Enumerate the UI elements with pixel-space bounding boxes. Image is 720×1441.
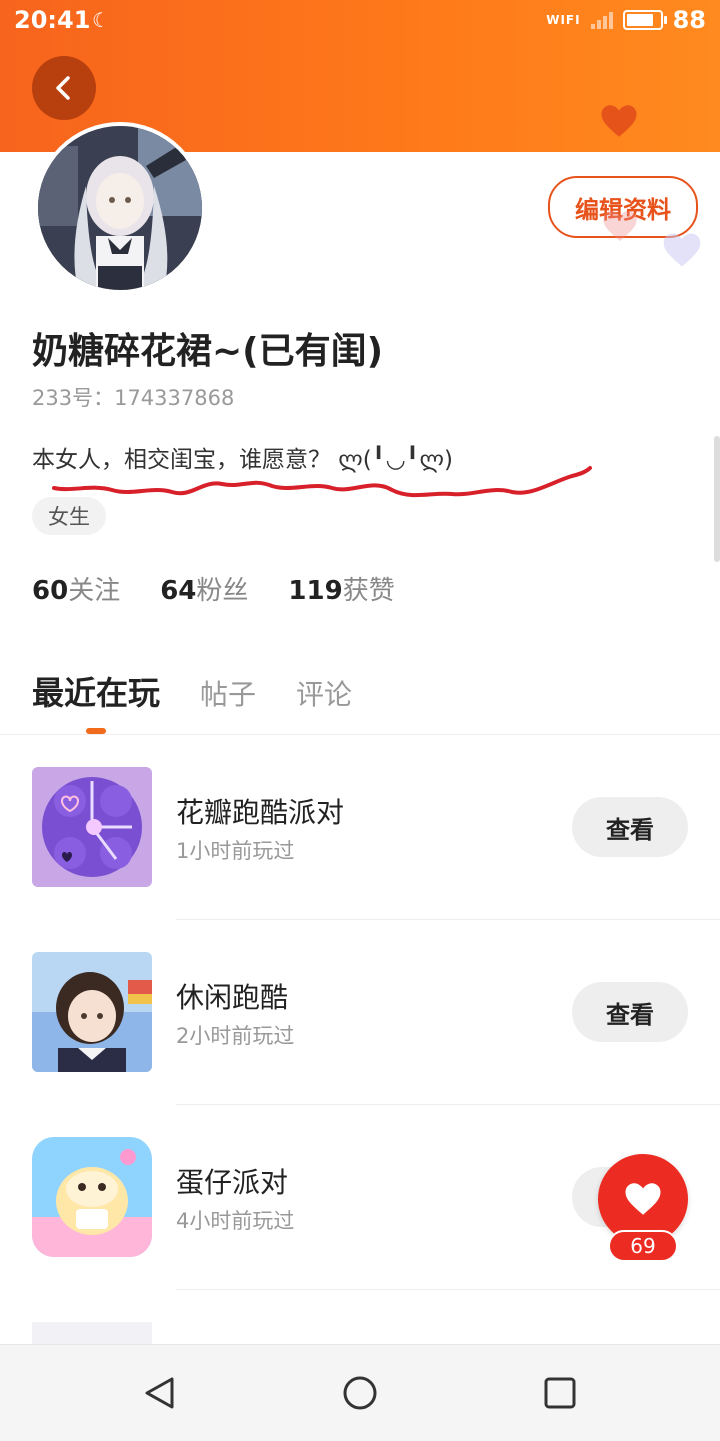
like-count-badge: 69 bbox=[608, 1230, 678, 1262]
status-bar: 20:41 ☾ WIFI 88 bbox=[0, 0, 720, 40]
system-navigation-bar bbox=[0, 1344, 720, 1441]
tab-posts[interactable]: 帖子 bbox=[200, 673, 256, 713]
status-indicators: WIFI 88 bbox=[546, 6, 706, 34]
back-button[interactable] bbox=[32, 56, 96, 120]
profile-tabs: 最近在玩 帖子 评论 bbox=[32, 668, 352, 714]
game-thumbnail bbox=[32, 1137, 152, 1257]
profile-stats: 60关注 64粉丝 119获赞 bbox=[32, 570, 395, 607]
heart-icon bbox=[601, 105, 637, 137]
heart-icon bbox=[625, 1183, 661, 1215]
game-name: 休闲跑酷 bbox=[176, 981, 289, 1014]
view-button[interactable]: 查看 bbox=[572, 797, 688, 857]
tab-recent-games[interactable]: 最近在玩 bbox=[32, 668, 160, 714]
game-name: 花瓣跑酷派对 bbox=[176, 796, 345, 829]
tab-comments[interactable]: 评论 bbox=[296, 673, 352, 713]
avatar[interactable] bbox=[34, 122, 206, 294]
scrollbar[interactable] bbox=[714, 436, 720, 562]
nav-home-icon[interactable] bbox=[342, 1375, 378, 1411]
last-played-time: 4小时前玩过 bbox=[176, 1209, 295, 1233]
battery-level: 88 bbox=[672, 6, 706, 34]
game-name: 蛋仔派对 bbox=[176, 1166, 289, 1199]
list-item[interactable]: 花瓣跑酷派对 1小时前玩过 查看 bbox=[0, 735, 720, 920]
heart-icon bbox=[603, 211, 637, 241]
divider bbox=[176, 1289, 720, 1290]
last-played-time: 1小时前玩过 bbox=[176, 839, 295, 863]
game-thumbnail bbox=[32, 767, 152, 887]
game-thumbnail bbox=[32, 1322, 152, 1344]
stat-followers[interactable]: 64粉丝 bbox=[160, 570, 248, 607]
list-item[interactable]: 休闲跑酷 2小时前玩过 查看 bbox=[0, 920, 720, 1105]
signal-icon bbox=[590, 11, 613, 29]
nav-back-icon[interactable] bbox=[142, 1375, 178, 1411]
wifi-icon: WIFI bbox=[546, 13, 581, 27]
user-id: 233号：174337868 bbox=[32, 386, 235, 410]
nav-recents-icon[interactable] bbox=[542, 1375, 578, 1411]
gender-tag: 女生 bbox=[32, 497, 106, 535]
battery-icon bbox=[622, 10, 667, 30]
avatar-image bbox=[38, 126, 202, 290]
game-thumbnail bbox=[32, 952, 152, 1072]
stat-likes[interactable]: 119获赞 bbox=[288, 570, 394, 607]
stat-following[interactable]: 60关注 bbox=[32, 570, 120, 607]
last-played-time: 2小时前玩过 bbox=[176, 1024, 295, 1048]
view-button[interactable]: 查看 bbox=[572, 982, 688, 1042]
moon-icon: ☾ bbox=[92, 8, 110, 32]
heart-icon bbox=[663, 233, 701, 267]
username: 奶糖碎花裙~(已有闺) bbox=[32, 331, 384, 372]
back-arrow-icon bbox=[56, 76, 70, 100]
red-underline-annotation bbox=[52, 466, 592, 498]
status-time: 20:41 bbox=[14, 6, 91, 34]
